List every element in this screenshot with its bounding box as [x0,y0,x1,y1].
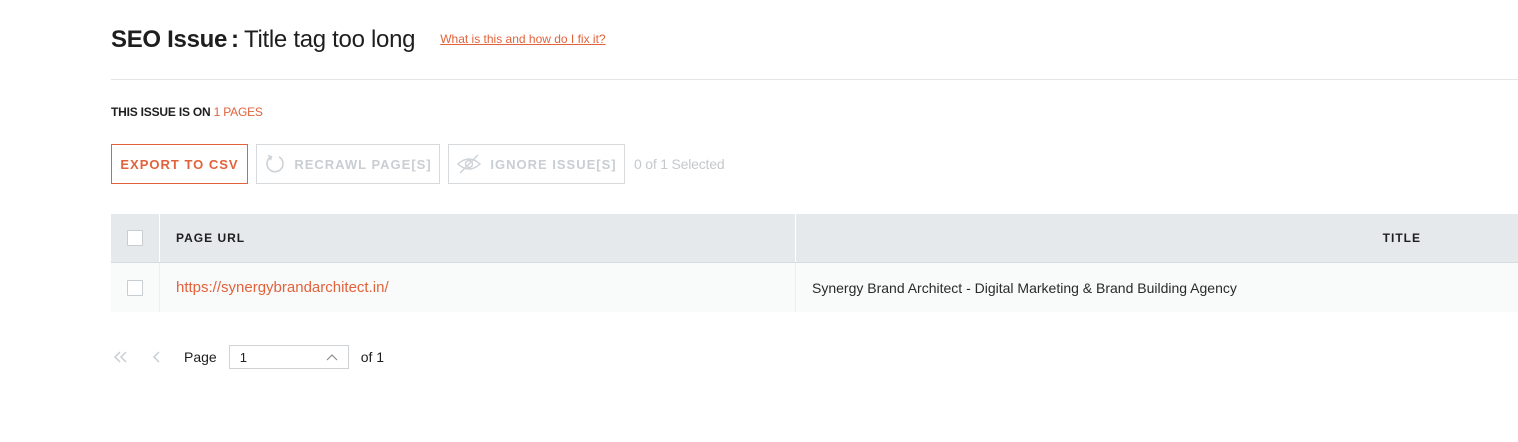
header-divider [111,79,1518,80]
issue-name: Title tag too long [244,26,416,53]
select-all-checkbox[interactable] [127,230,143,246]
export-csv-button[interactable]: EXPORT TO CSV [111,144,248,184]
table-row: https://synergybrandarchitect.in/ Synerg… [111,263,1518,312]
action-toolbar: EXPORT TO CSV RECRAWL PAGE[S] IGNORE ISS… [111,144,725,184]
table-header-row: PAGE URL TITLE [111,214,1518,263]
page-total: of 1 [360,349,385,365]
recrawl-pages-button[interactable]: RECRAWL PAGE[S] [256,144,440,184]
row-title-cell: Synergy Brand Architect - Digital Market… [796,263,1518,312]
previous-page-button[interactable] [147,345,167,369]
refresh-icon [266,154,285,173]
selected-count: 0 of 1 Selected [634,156,725,172]
page-header: SEO Issue : Title tag too long What is t… [111,26,606,56]
chevron-up-icon[interactable] [326,353,338,361]
ignore-issues-label: IGNORE ISSUE[S] [490,156,617,172]
page-label: Page [184,349,217,365]
export-csv-label: EXPORT TO CSV [120,156,239,172]
ignore-issues-button[interactable]: IGNORE ISSUE[S] [448,144,625,184]
first-page-button[interactable] [111,345,131,369]
eye-off-icon [457,154,482,174]
column-header-page-url[interactable]: PAGE URL [160,214,796,262]
double-chevron-left-icon [113,351,127,363]
issue-summary-prefix: THIS ISSUE IS ON [111,105,211,119]
issue-pages-table: PAGE URL TITLE https://synergybrandarchi… [111,214,1518,312]
row-select-cell [111,263,160,312]
page-title-text: Synergy Brand Architect - Digital Market… [812,279,1237,296]
column-header-title-label: TITLE [1382,231,1421,245]
row-url-cell: https://synergybrandarchitect.in/ [160,263,796,312]
issue-separator: : [231,26,240,53]
help-link[interactable]: What is this and how do I fix it? [440,32,605,46]
issue-label: SEO Issue [111,26,228,53]
row-checkbox[interactable] [127,279,143,296]
select-all-cell [111,214,160,262]
column-header-title[interactable]: TITLE [796,214,1518,262]
page-number-stepper[interactable]: 1 [228,345,349,369]
page-number-value: 1 [239,349,247,365]
page-url-link[interactable]: https://synergybrandarchitect.in/ [176,279,389,296]
recrawl-pages-label: RECRAWL PAGE[S] [294,156,432,172]
seo-issue-page: SEO Issue : Title tag too long What is t… [0,0,1518,442]
pagination: Page 1 of 1 [111,345,384,369]
column-header-page-url-label: PAGE URL [176,231,246,245]
issue-page-count: 1 PAGES [213,105,263,119]
chevron-left-icon [152,351,160,363]
issue-summary: THIS ISSUE IS ON 1 PAGES [111,105,263,119]
